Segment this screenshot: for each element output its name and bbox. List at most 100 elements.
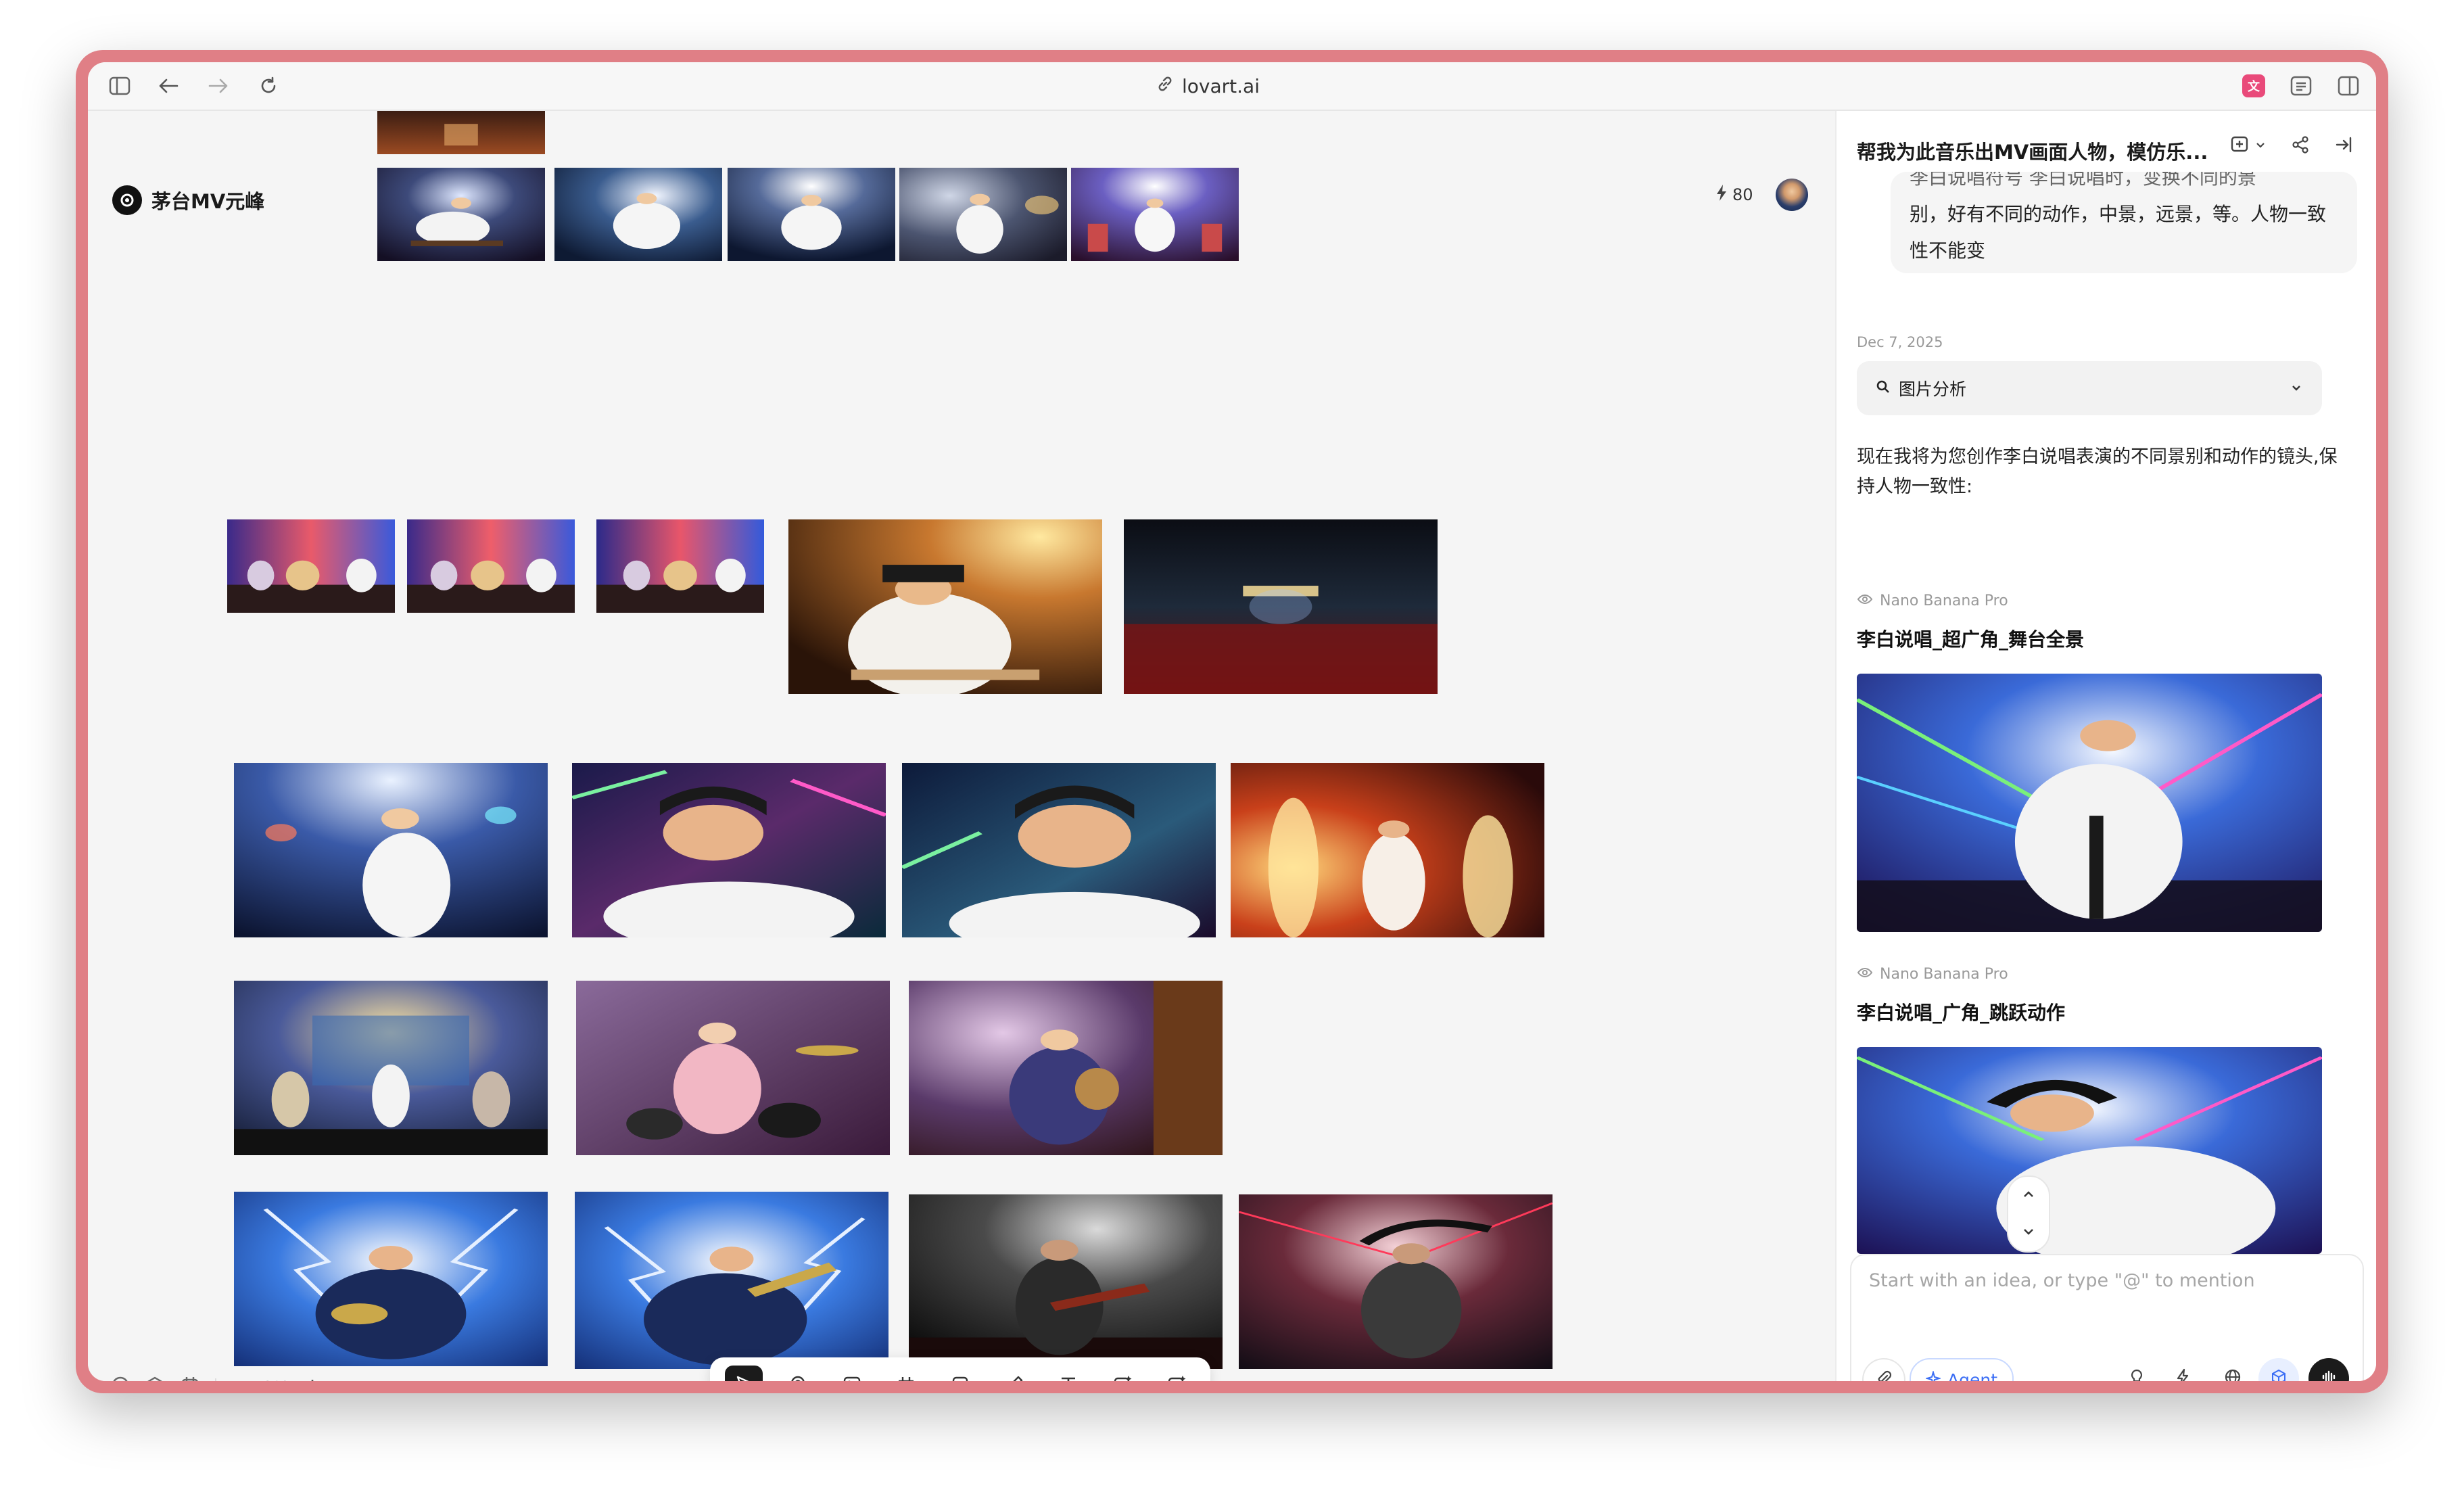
canvas-image[interactable] [1071, 168, 1239, 261]
canvas-image[interactable] [554, 168, 722, 261]
new-chat-icon[interactable] [2230, 135, 2267, 154]
zoom-out-icon[interactable] [231, 1377, 247, 1381]
generated-image[interactable] [1857, 674, 2322, 932]
pen-tool[interactable] [995, 1366, 1033, 1381]
credits-value: 80 [1732, 185, 1753, 204]
canvas-image[interactable] [1124, 519, 1438, 694]
forward-arrow-icon[interactable] [203, 70, 234, 101]
browser-toolbar: lovart.ai 文 [88, 62, 2376, 111]
model-label: Nano Banana Pro [1857, 592, 2008, 609]
back-arrow-icon[interactable] [153, 70, 184, 101]
canvas-image[interactable] [1239, 1194, 1553, 1369]
lightning-icon [2176, 1368, 2189, 1381]
canvas-image[interactable] [596, 519, 764, 613]
select-tool[interactable] [725, 1366, 763, 1381]
analysis-label: 图片分析 [1899, 379, 1967, 399]
chevron-up-icon[interactable] [2021, 1187, 2036, 1205]
canvas-image[interactable] [728, 168, 895, 261]
voice-button[interactable] [2308, 1358, 2349, 1381]
extension-icon[interactable]: 文 [2238, 70, 2269, 101]
image-upload-tool[interactable] [833, 1366, 871, 1381]
video-generate-tool[interactable] [1158, 1366, 1195, 1381]
agent-button[interactable]: Agent [1910, 1358, 2014, 1381]
search-icon [1876, 379, 1891, 398]
attach-button[interactable] [1862, 1358, 1905, 1381]
url-text: lovart.ai [1182, 74, 1260, 97]
model-select-button[interactable] [2258, 1358, 2299, 1381]
result-caption: 李白说唱_广角_跳跃动作 [1857, 1002, 2066, 1024]
message-date: Dec 7, 2025 [1857, 334, 1943, 350]
sidebar-toggle-icon[interactable] [104, 70, 135, 101]
avatar[interactable] [1776, 179, 1808, 211]
layers-icon[interactable] [145, 1376, 165, 1381]
tool-palette [710, 1357, 1210, 1381]
split-view-icon[interactable] [2333, 70, 2364, 101]
history-icon[interactable] [180, 1376, 200, 1381]
circle-icon[interactable] [111, 1376, 130, 1381]
canvas-image[interactable] [227, 519, 395, 613]
share-icon[interactable] [2291, 135, 2310, 154]
text-tool[interactable] [1049, 1366, 1087, 1381]
user-message: 李白说唱符号 李白说唱时，变换不同的景 别，好有不同的动作，中景，远景，等。人物… [1891, 172, 2357, 273]
lovart-logo-icon [112, 185, 142, 215]
eye-icon [1857, 592, 1873, 609]
canvas-image[interactable] [1231, 763, 1544, 937]
model-label: Nano Banana Pro [1857, 966, 2008, 983]
canvas-image[interactable] [407, 519, 575, 613]
message-line: 性不能变 [1910, 239, 1986, 262]
address-bar[interactable]: lovart.ai [1156, 70, 1260, 101]
reload-icon[interactable] [253, 70, 284, 101]
canvas-image[interactable] [234, 763, 548, 937]
browser-window: lovart.ai 文 茅台MV元峰 80 帮我为此音乐出MV画面人物，模仿乐.… [88, 62, 2376, 1381]
canvas-image[interactable] [572, 763, 886, 937]
project-title[interactable]: 茅台MV元峰 [112, 185, 264, 215]
chevron-down-icon [2290, 379, 2303, 398]
canvas-image[interactable] [377, 111, 545, 154]
zoom-in-icon[interactable] [304, 1377, 321, 1381]
globe-icon [2224, 1368, 2242, 1381]
chat-sidebar: 帮我为此音乐出MV画面人物，模仿乐... 李白说唱符号 李白说唱时，变换不同的景… [1835, 111, 2376, 1381]
design-canvas[interactable]: 茅台MV元峰 80 [88, 111, 1834, 1381]
pin-tool[interactable] [779, 1366, 817, 1381]
agent-label: Agent [1947, 1370, 1997, 1382]
zoom-level[interactable]: 9% [262, 1378, 289, 1382]
result-caption: 李白说唱_超广角_舞台全景 [1857, 628, 2085, 651]
input-placeholder: Start with an idea, or type "@" to menti… [1869, 1270, 2255, 1291]
canvas-image[interactable] [576, 981, 890, 1155]
canvas-image[interactable] [234, 1192, 548, 1366]
message-line: 别，好有不同的动作，中景，远景，等。人物一致 [1910, 203, 2327, 225]
generated-image[interactable] [1857, 1047, 2322, 1254]
shape-tool[interactable] [941, 1366, 979, 1381]
canvas-image[interactable] [902, 763, 1216, 937]
web-search-button[interactable] [2212, 1358, 2253, 1381]
sparkle-icon [1924, 1369, 1942, 1381]
image-generate-tool[interactable] [1104, 1366, 1141, 1381]
assistant-reply: 现在我将为您创作李白说唱表演的不同景别和动作的镜头,保持人物一致性: [1857, 446, 2338, 497]
canvas-image[interactable] [234, 981, 548, 1155]
frame-tool[interactable] [887, 1366, 925, 1381]
waveform-icon [2321, 1369, 2337, 1381]
canvas-image[interactable] [909, 981, 1223, 1155]
message-line: 李白说唱符号 李白说唱时，变换不同的景 [1910, 172, 2256, 189]
reader-icon[interactable] [2285, 70, 2317, 101]
prompt-input[interactable]: Start with an idea, or type "@" to menti… [1850, 1254, 2364, 1381]
fast-mode-button[interactable] [2162, 1358, 2203, 1381]
canvas-image[interactable] [377, 168, 545, 261]
credits-counter[interactable]: 80 [1716, 184, 1753, 206]
canvas-image[interactable] [575, 1192, 889, 1369]
divider [215, 1378, 216, 1381]
canvas-controls: 9% [111, 1376, 321, 1381]
chevron-down-icon[interactable] [2021, 1224, 2036, 1242]
canvas-image[interactable] [788, 519, 1102, 694]
collapse-panel-icon[interactable] [2334, 135, 2353, 154]
analysis-dropdown[interactable]: 图片分析 [1857, 361, 2322, 415]
idea-button[interactable] [2116, 1358, 2157, 1381]
chat-title[interactable]: 帮我为此音乐出MV画面人物，模仿乐... [1857, 137, 2208, 165]
scroll-control-group [2007, 1175, 2050, 1253]
lightning-icon [1716, 184, 1727, 206]
canvas-image[interactable] [899, 168, 1067, 261]
link-icon [1156, 75, 1174, 97]
project-name: 茅台MV元峰 [151, 190, 265, 213]
chevron-down-icon [2256, 143, 2265, 148]
canvas-image[interactable] [909, 1194, 1223, 1369]
